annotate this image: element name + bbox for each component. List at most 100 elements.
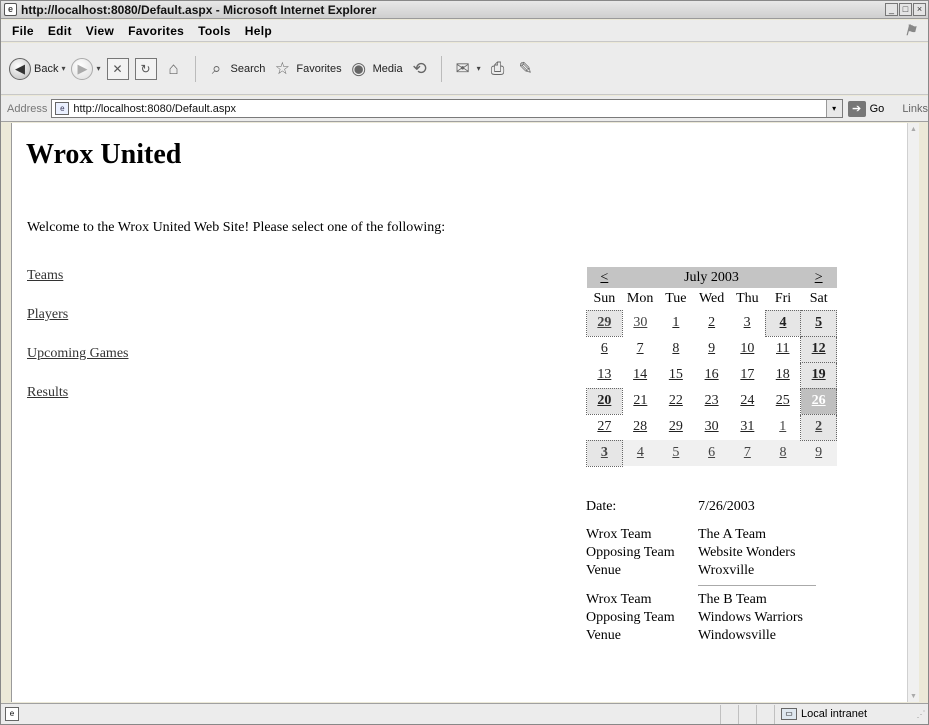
calendar-day-link[interactable]: 11 — [776, 341, 789, 356]
calendar-day-cell: 24 — [729, 388, 765, 414]
menu-favorites[interactable]: Favorites — [121, 24, 191, 38]
calendar-day-link[interactable]: 27 — [597, 419, 611, 434]
title-bar: e http://localhost:8080/Default.aspx - M… — [1, 1, 928, 19]
calendar-day-link[interactable]: 13 — [597, 367, 611, 382]
history-button[interactable]: ⟲ — [409, 59, 431, 79]
calendar-day-link[interactable]: 9 — [815, 445, 822, 460]
browser-window: e http://localhost:8080/Default.aspx - M… — [0, 0, 929, 725]
calendar-day-link[interactable]: 3 — [601, 445, 608, 460]
calendar-day-link[interactable]: 7 — [637, 341, 644, 356]
calendar-day-link[interactable]: 8 — [672, 341, 679, 356]
calendar-day-link[interactable]: 3 — [744, 315, 751, 330]
calendar-day-link[interactable]: 30 — [633, 315, 647, 330]
menu-file[interactable]: File — [5, 24, 41, 38]
calendar-selected-day-link[interactable]: 26 — [812, 393, 826, 408]
calendar-day-link[interactable]: 1 — [672, 315, 679, 330]
edit-button[interactable]: ✎ — [515, 59, 537, 79]
calendar-day-link[interactable]: 24 — [740, 393, 754, 408]
calendar-day-link[interactable]: 17 — [740, 367, 754, 382]
menu-view[interactable]: View — [79, 24, 121, 38]
calendar-day-link[interactable]: 23 — [705, 393, 719, 408]
back-button[interactable]: ◀ Back ▾ — [9, 57, 65, 80]
menu-help[interactable]: Help — [238, 24, 279, 38]
window-controls: _ □ × — [885, 3, 926, 16]
link-upcoming-games[interactable]: Upcoming Games — [27, 346, 128, 365]
vertical-scrollbar[interactable]: ▲ ▼ — [907, 123, 919, 702]
calendar-day-link[interactable]: 4 — [637, 445, 644, 460]
menu-edit[interactable]: Edit — [41, 24, 79, 38]
scroll-down-icon[interactable]: ▼ — [908, 690, 919, 702]
calendar-day-link[interactable]: 8 — [780, 445, 787, 460]
link-players[interactable]: Players — [27, 307, 128, 326]
address-input[interactable]: e http://localhost:8080/Default.aspx ▾ — [51, 99, 843, 118]
close-button[interactable]: × — [913, 3, 926, 16]
calendar-day-link[interactable]: 6 — [708, 445, 715, 460]
link-teams[interactable]: Teams — [27, 268, 128, 287]
calendar-day-link[interactable]: 18 — [776, 367, 790, 382]
calendar-day-link[interactable]: 2 — [708, 315, 715, 330]
calendar-day-link[interactable]: 22 — [669, 393, 683, 408]
next-month-link[interactable]: > — [800, 267, 837, 288]
calendar-day-link[interactable]: 29 — [597, 315, 611, 330]
calendar-day-link[interactable]: 30 — [705, 419, 719, 434]
links-button[interactable]: Links — [902, 103, 928, 115]
address-dropdown-icon[interactable]: ▾ — [825, 100, 842, 117]
calendar-day-link[interactable]: 1 — [779, 419, 786, 434]
calendar-day-link[interactable]: 14 — [633, 367, 647, 382]
calendar-day-cell: 31 — [729, 414, 765, 440]
calendar-day-link[interactable]: 21 — [633, 393, 647, 408]
favorites-button[interactable]: ☆ Favorites — [271, 59, 342, 79]
mail-button[interactable]: ✉ ▾ — [452, 59, 480, 79]
page-title: Wrox United — [26, 139, 182, 170]
wrox-team-value: The B Team — [698, 592, 767, 607]
home-button[interactable]: ⌂ — [163, 59, 185, 79]
calendar-day-link[interactable]: 16 — [705, 367, 719, 382]
calendar-day-link[interactable]: 10 — [740, 341, 754, 356]
calendar-day-link[interactable]: 12 — [812, 341, 826, 356]
forward-button[interactable]: ▶ ▾ — [71, 57, 101, 80]
ie-logo-icon: e — [4, 3, 17, 16]
scroll-up-icon[interactable]: ▲ — [908, 123, 919, 135]
media-button[interactable]: ◉ Media — [348, 59, 402, 79]
refresh-button[interactable]: ↻ — [134, 57, 157, 80]
calendar-week: 3 4 5 6 7 8 9 — [586, 439, 837, 467]
calendar-day-link[interactable]: 9 — [708, 341, 715, 356]
minimize-button[interactable]: _ — [885, 3, 898, 16]
calendar-day-link[interactable]: 15 — [669, 367, 683, 382]
match-divider — [698, 585, 816, 586]
calendar-day-link[interactable]: 5 — [672, 445, 679, 460]
match-calendar: < July 2003 > Sun Mon Tue Wed Thu Fri Sa… — [586, 267, 837, 467]
status-pane — [756, 704, 774, 724]
calendar-day-headers: Sun Mon Tue Wed Thu Fri Sat — [587, 288, 837, 310]
calendar-day-link[interactable]: 31 — [740, 419, 754, 434]
calendar-day-link[interactable]: 19 — [812, 367, 826, 382]
calendar-day-cell: 27 — [587, 414, 623, 440]
calendar-day-link[interactable]: 20 — [597, 393, 611, 408]
maximize-button[interactable]: □ — [899, 3, 912, 16]
search-label: Search — [230, 62, 266, 75]
menu-bar: File Edit View Favorites Tools Help ⚑ — [1, 20, 928, 42]
calendar-day-link[interactable]: 6 — [601, 341, 608, 356]
calendar-day-link[interactable]: 5 — [815, 315, 822, 330]
search-button[interactable]: ⌕ Search — [206, 59, 266, 79]
search-icon: ⌕ — [211, 58, 222, 78]
resize-grip-icon[interactable]: ⋰ — [914, 705, 928, 724]
calendar-day-link[interactable]: 7 — [744, 445, 751, 460]
print-button[interactable]: ⎙ — [487, 59, 509, 79]
forward-dropdown-icon[interactable]: ▾ — [96, 64, 100, 73]
address-url[interactable]: http://localhost:8080/Default.aspx — [73, 103, 236, 115]
prev-month-link[interactable]: < — [586, 267, 623, 288]
stop-button[interactable]: ✕ — [106, 57, 129, 80]
calendar-day-link[interactable]: 28 — [633, 419, 647, 434]
link-results[interactable]: Results — [27, 385, 128, 404]
calendar-day-cell: 22 — [658, 388, 694, 414]
security-zone[interactable]: ▭ Local intranet — [774, 704, 914, 724]
match-entry: Wrox Team The A Team Opposing Team Websi… — [586, 527, 816, 581]
calendar-day-link[interactable]: 29 — [669, 419, 683, 434]
menu-tools[interactable]: Tools — [191, 24, 238, 38]
back-dropdown-icon[interactable]: ▾ — [61, 64, 65, 73]
calendar-day-link[interactable]: 25 — [776, 393, 790, 408]
calendar-day-link[interactable]: 4 — [780, 315, 787, 330]
calendar-day-link[interactable]: 2 — [815, 419, 822, 434]
go-button[interactable]: ➔ Go — [847, 100, 884, 117]
